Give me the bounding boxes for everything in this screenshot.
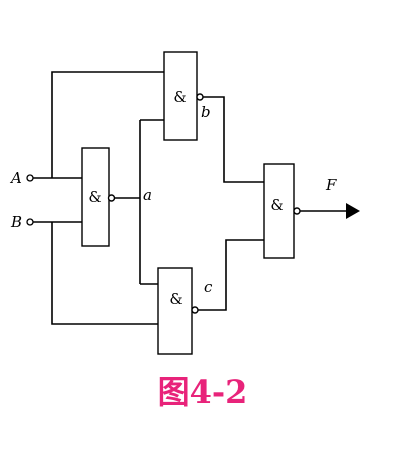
nand-gate-1-bubble [107,194,116,202]
nand-gate-4-bubble [293,207,301,215]
input-a-terminal [26,174,34,182]
input-a-label: A [9,169,22,187]
output-arrow-icon [346,203,360,219]
nand-gate-3-symbol: & [169,290,182,308]
node-a-label: a [143,186,152,204]
node-b-label: b [201,103,211,121]
nand-gate-4-symbol: & [270,196,283,214]
output-f-label: F [325,176,337,194]
input-b-label: B [10,213,22,231]
nand-gate-2-bubble [196,93,204,101]
nand-gate-3: & [157,267,199,355]
nand-gate-4: & [263,163,301,259]
wire-node-b [203,96,264,183]
nand-gate-3-body [157,267,193,355]
nand-gate-1-symbol: & [88,188,101,206]
node-c-label: c [204,278,213,296]
wire-node-c [198,239,264,311]
nand-gate-1: & [81,147,116,247]
nand-gate-2-symbol: & [173,88,186,106]
nand-gate-3-bubble [191,306,199,314]
nand-gate-2: & [163,51,204,141]
input-b-terminal [26,218,34,226]
figure-caption: 图4-2 [157,373,248,411]
